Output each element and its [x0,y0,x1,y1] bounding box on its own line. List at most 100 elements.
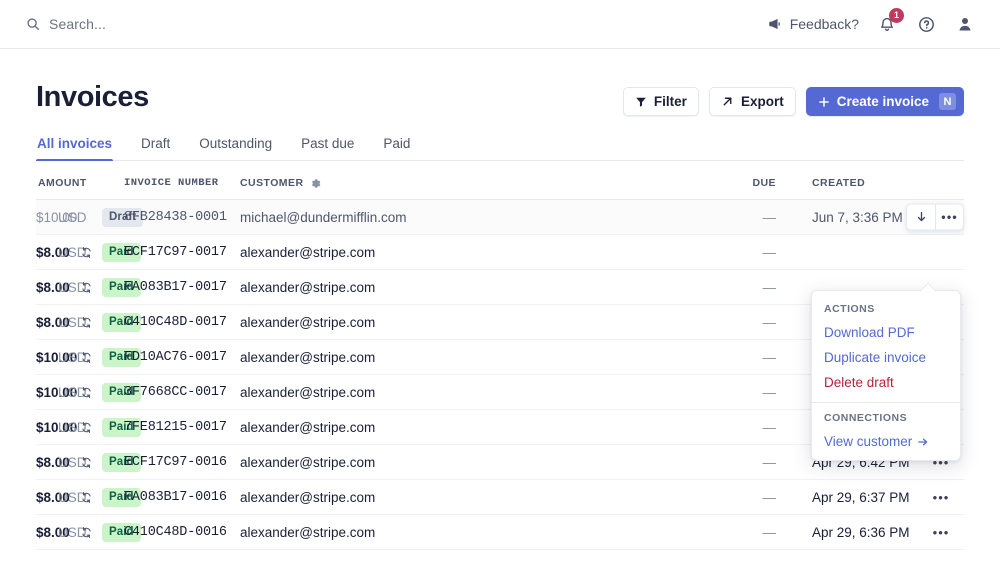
cell-currency: USD [58,339,87,375]
table-header: AMOUNT INVOICE NUMBER CUSTOMER DUE CREAT… [36,161,964,200]
cell-customer: alexander@stripe.com [240,409,732,445]
table-row[interactable]: $8.00 USD Paid C410C48D-0016 alexander@strip… [36,514,964,550]
invoice-tabs: All invoices Draft Outstanding Past due Paid [36,136,964,161]
cell-customer: alexander@stripe.com [240,444,732,480]
table-row[interactable]: $8.00 USD Paid FA083B17-0016 alexander@strip… [36,479,964,515]
create-invoice-button[interactable]: Create invoice N [805,87,964,116]
cell-due: — [732,234,782,270]
row-more-button[interactable]: ••• [935,204,963,230]
search-placeholder: Search... [49,16,106,32]
cell-customer: michael@dundermifflin.com [240,199,732,235]
cell-currency: USD [58,374,87,410]
cell-due: — [732,514,782,550]
table-row[interactable]: $10.00 USD Draft 8FB28438-0001 michael@dunde… [36,199,964,235]
download-invoice-button[interactable] [907,205,935,230]
tab-outstanding[interactable]: Outstanding [198,136,273,160]
cell-amount: $10.00 [36,409,77,445]
menu-actions-list: Download PDF Duplicate invoice Delete draf… [812,320,960,395]
cell-currency: USD [58,479,87,515]
cell-currency: USD [58,409,87,445]
cell-amount: $10.00 [36,199,77,235]
cell-invoice-number: C410C48D-0017 [124,304,240,340]
menu-item-label: Download PDF [824,325,915,340]
filter-label: Filter [653,94,687,109]
row-actions-menu: ACTIONS Download PDF Duplicate invoice Del… [811,290,961,461]
tab-draft[interactable]: Draft [140,136,171,160]
status-badge: Paid [102,234,141,270]
row-more-button[interactable]: ••• [930,522,952,542]
column-header-actions [930,161,964,200]
menu-section-connections-header: CONNECTIONS [824,412,908,424]
menu-item-label: Duplicate invoice [824,350,927,365]
menu-item-delete-draft[interactable]: Delete draft [812,370,960,395]
gear-icon[interactable] [310,178,321,189]
cell-row-actions: ••• [930,479,964,515]
cell-due: — [732,374,782,410]
cell-customer: alexander@stripe.com [240,479,732,515]
cell-amount: $8.00 [36,304,70,340]
tab-paid[interactable]: Paid [382,136,411,160]
export-icon [721,95,734,108]
column-header-due[interactable]: DUE [732,161,782,200]
column-header-amount[interactable]: AMOUNT [36,161,124,200]
menu-connections-list: View customer [812,429,960,454]
column-header-customer[interactable]: CUSTOMER [240,161,732,200]
column-header-invoice-number[interactable]: INVOICE NUMBER [124,161,240,200]
help-button[interactable] [915,13,937,35]
export-label: Export [740,94,784,109]
status-badge: Paid [102,514,141,550]
cell-due: — [732,199,782,235]
status-badge: Draft [102,199,144,235]
tab-all-invoices[interactable]: All invoices [36,136,114,161]
status-badge: Paid [102,269,141,305]
cell-invoice-number: ECF17C97-0016 [124,444,240,480]
menu-item-download-pdf[interactable]: Download PDF [812,320,960,345]
cell-currency: USD [58,304,87,340]
menu-item-duplicate-invoice[interactable]: Duplicate invoice [812,345,960,370]
page-title: Invoices [36,81,149,113]
cell-currency: USD [58,199,87,235]
cell-due: — [732,444,782,480]
avatar[interactable] [954,13,976,35]
status-badge: Paid [102,374,141,410]
cell-amount: $8.00 [36,514,70,550]
notifications-button[interactable]: 1 [876,8,904,35]
menu-section-actions-header: ACTIONS [824,303,875,315]
search-icon [26,17,40,31]
filter-button[interactable]: Filter [622,87,699,116]
cell-due: — [732,339,782,375]
cell-customer: alexander@stripe.com [240,339,732,375]
top-bar-right: Feedback? 1 [767,8,976,35]
search-input[interactable]: Search... [26,16,106,32]
top-bar: Search... Feedback? 1 [0,0,1000,49]
cell-invoice-number: C410C48D-0016 [124,514,240,550]
notification-badge: 1 [889,8,904,23]
cell-invoice-number: FA083B17-0017 [124,269,240,305]
cell-customer: alexander@stripe.com [240,304,732,340]
cell-due: — [732,409,782,445]
status-badge: Paid [102,409,141,445]
arrow-right-icon [917,436,929,448]
page-header: Invoices Filter Export Create invoice N [36,49,964,116]
status-badge: Paid [102,479,141,515]
export-button[interactable]: Export [708,87,796,116]
menu-item-view-customer[interactable]: View customer [812,429,960,454]
cell-customer: alexander@stripe.com [240,269,732,305]
row-more-button[interactable]: ••• [930,487,952,507]
column-header-customer-label: CUSTOMER [240,177,304,189]
megaphone-icon [767,17,782,31]
menu-item-label: View customer [824,434,913,449]
cell-amount: $8.00 [36,444,70,480]
column-header-created[interactable]: CREATED [782,161,930,200]
cell-currency: USD [58,514,87,550]
cell-row-actions [930,234,964,270]
feedback-button[interactable]: Feedback? [767,16,859,32]
tab-past-due[interactable]: Past due [300,136,355,160]
cell-customer: alexander@stripe.com [240,374,732,410]
cell-amount: $10.00 [36,339,77,375]
cell-invoice-number: 7FE81215-0017 [124,409,240,445]
table-row[interactable]: $8.00 USD Paid ECF17C97-0017 alexander@strip… [36,234,964,270]
menu-item-label: Delete draft [824,375,894,390]
cell-invoice-number: 3F7668CC-0017 [124,374,240,410]
cell-amount: $10.00 [36,374,77,410]
